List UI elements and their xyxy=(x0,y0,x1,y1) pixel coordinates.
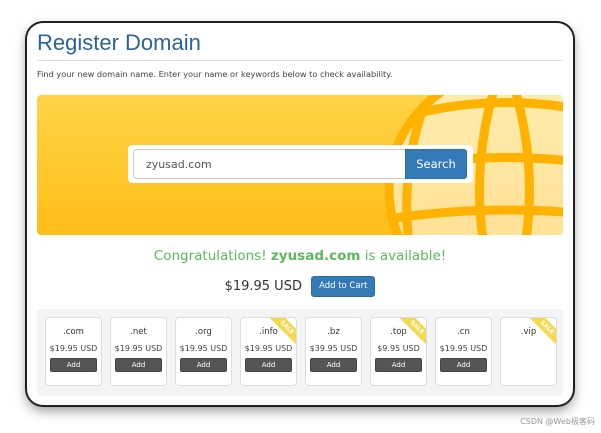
page-title: Register Domain xyxy=(37,30,201,55)
search-button[interactable]: Search xyxy=(405,149,467,179)
domain-search-input[interactable] xyxy=(133,149,406,179)
tld-card-bz: .bz $39.95 USD Add xyxy=(305,317,362,386)
register-domain-card: Register Domain Find your new domain nam… xyxy=(27,23,573,405)
title-divider xyxy=(37,60,563,61)
tld-add-button[interactable]: Add xyxy=(50,358,97,372)
availability-suffix: is available! xyxy=(360,248,447,264)
tld-card-cn: .cn $19.95 USD Add xyxy=(435,317,492,386)
tld-add-button[interactable]: Add xyxy=(245,358,292,372)
tld-add-button[interactable]: Add xyxy=(115,358,162,372)
tld-card-vip[interactable]: SALE .vip xyxy=(500,317,557,386)
tld-price: $9.95 USD xyxy=(377,344,420,353)
watermark: CSDN @Web极客码 xyxy=(520,417,595,426)
tld-price: $19.95 USD xyxy=(439,344,488,353)
tld-ext: .com xyxy=(63,327,84,337)
tld-ext: .vip xyxy=(520,327,537,337)
tld-ext: .org xyxy=(195,327,212,337)
tld-ext: .cn xyxy=(457,327,470,337)
tld-ext: .net xyxy=(130,327,147,337)
search-hero-banner: Search xyxy=(37,95,563,235)
tld-price: $19.95 USD xyxy=(244,344,293,353)
tld-card-top: SALE .top $9.95 USD Add xyxy=(370,317,427,386)
tld-ext: .bz xyxy=(327,327,340,337)
tld-card-org: .org $19.95 USD Add xyxy=(175,317,232,386)
search-box: Search xyxy=(128,145,473,183)
page-subtitle: Find your new domain name. Enter your na… xyxy=(37,69,393,79)
domain-price: $19.95 USD xyxy=(224,278,302,294)
tld-add-button[interactable]: Add xyxy=(180,358,227,372)
tld-price: $19.95 USD xyxy=(179,344,228,353)
availability-prefix: Congratulations! xyxy=(153,248,271,264)
price-row: $19.95 USD Add to Cart xyxy=(27,275,573,297)
tld-suggestions: .com $19.95 USD Add .net $19.95 USD Add … xyxy=(37,309,563,396)
tld-add-button[interactable]: Add xyxy=(310,358,357,372)
tld-price: $39.95 USD xyxy=(309,344,358,353)
tld-ext: .top xyxy=(390,327,407,337)
tld-add-button[interactable]: Add xyxy=(440,358,487,372)
add-to-cart-button[interactable]: Add to Cart xyxy=(311,276,376,297)
tld-card-com: .com $19.95 USD Add xyxy=(45,317,102,386)
tld-ext: .info xyxy=(259,327,278,337)
tld-card-net: .net $19.95 USD Add xyxy=(110,317,167,386)
tld-add-button[interactable]: Add xyxy=(375,358,422,372)
available-domain: zyusad.com xyxy=(270,248,361,264)
tld-card-info: SALE .info $19.95 USD Add xyxy=(240,317,297,386)
tld-price: $19.95 USD xyxy=(49,344,98,353)
availability-message: Congratulations! zyusad.com is available… xyxy=(27,248,573,264)
tld-price: $19.95 USD xyxy=(114,344,163,353)
